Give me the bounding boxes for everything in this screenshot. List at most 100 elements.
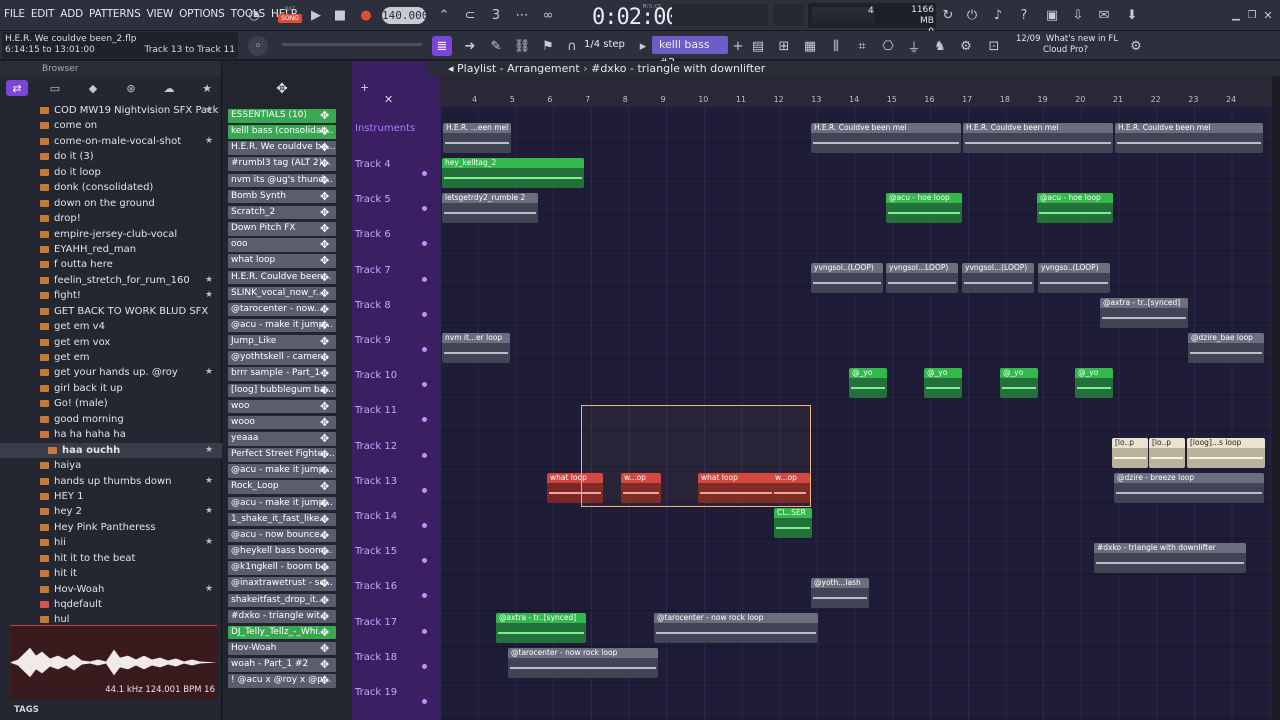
- stamp-icon[interactable]: ⚑: [538, 36, 558, 56]
- pattern-selector[interactable]: kelll bass #2: [652, 36, 728, 69]
- favorite-star-icon[interactable]: ★: [205, 273, 213, 288]
- pat-song-knob-icon[interactable]: ◔: [244, 5, 264, 25]
- browser-item[interactable]: do it (3): [0, 149, 222, 164]
- pattern-item[interactable]: ! @acu x @roy x @p... ✥: [228, 674, 336, 688]
- browser-item[interactable]: hit it: [0, 566, 222, 581]
- chat-icon[interactable]: ✉: [1094, 5, 1114, 25]
- track-mute-dot[interactable]: [422, 382, 427, 388]
- browser-item[interactable]: EYAHH_red_man: [0, 242, 222, 257]
- playlist-grid[interactable]: H.E.R. ...een mel H.E.R. Couldve been mel…: [440, 107, 1272, 720]
- pat-song-toggle[interactable]: PAT SONG: [278, 5, 302, 25]
- browser-item[interactable]: hii ★: [0, 535, 222, 550]
- countdown-icon[interactable]: 3: [486, 5, 506, 25]
- drag-handle-icon[interactable]: ✥: [320, 110, 334, 121]
- drag-handle-icon[interactable]: ✥: [320, 627, 334, 638]
- master-pitch-knob-icon[interactable]: ◦: [248, 36, 268, 56]
- pattern-item[interactable]: @heykell bass boom... ✥: [228, 545, 336, 559]
- master-volume-slot[interactable]: [774, 4, 804, 26]
- drag-handle-icon[interactable]: ✥: [320, 255, 334, 266]
- playlist-clip[interactable]: @acu - hoe loop: [1037, 193, 1113, 223]
- favorite-star-icon[interactable]: ★: [205, 103, 213, 118]
- playlist-clip[interactable]: hey_kelltag_2: [442, 158, 584, 188]
- tempo-display[interactable]: 140.000: [382, 7, 428, 24]
- time-display[interactable]: 0:02:00: [592, 5, 679, 30]
- favorite-star-icon[interactable]: ★: [205, 474, 213, 489]
- record-icon[interactable]: ●: [356, 5, 376, 25]
- playlist-clip[interactable]: #dxko - triangle with downlifter: [1094, 543, 1246, 573]
- playlist-clip[interactable]: yvngsol...(LOOP): [962, 263, 1034, 293]
- browser-item[interactable]: get em: [0, 350, 222, 365]
- track-mute-dot[interactable]: [422, 241, 427, 247]
- browser-cloud-icon[interactable]: ☁: [158, 80, 180, 96]
- drag-handle-icon[interactable]: ✥: [320, 368, 334, 379]
- playlist-arrow-icon[interactable]: ◂: [448, 62, 457, 75]
- browser-item[interactable]: hul: [0, 612, 222, 623]
- drag-handle-icon[interactable]: ✥: [320, 611, 334, 622]
- person-icon[interactable]: ♞: [930, 36, 950, 56]
- favorite-star-icon[interactable]: ★: [205, 582, 213, 597]
- playlist-clip[interactable]: @_yo: [1000, 368, 1038, 398]
- browser-item[interactable]: Hov-Woah ★: [0, 582, 222, 597]
- playlist-clip[interactable]: nvm it...er loop: [442, 333, 510, 363]
- pattern-item[interactable]: H.E.R. We couldve be... ✥: [228, 141, 336, 155]
- pattern-item[interactable]: @tarocenter - now... ✥: [228, 302, 336, 317]
- drag-handle-icon[interactable]: ✥: [320, 578, 334, 589]
- tags-bar[interactable]: TAGS: [0, 701, 222, 720]
- track-mute-dot[interactable]: [422, 417, 427, 423]
- browser-item[interactable]: hqdefault: [0, 597, 222, 612]
- track-label[interactable]: Track 7: [355, 265, 391, 276]
- track-label[interactable]: Track 8: [355, 300, 391, 311]
- drag-handle-icon[interactable]: ✥: [320, 239, 334, 250]
- pattern-item[interactable]: Rock_Loop ✥: [228, 480, 336, 494]
- playlist-clip[interactable]: @dzire_bae loop: [1188, 333, 1264, 363]
- drag-handle-icon[interactable]: ✥: [320, 498, 334, 509]
- track-label[interactable]: Track 19: [355, 687, 397, 698]
- playlist-clip[interactable]: @_yo: [1075, 368, 1113, 398]
- pattern-item[interactable]: #dxko - triangle wit... ✥: [228, 609, 336, 624]
- browser-item[interactable]: ha ha haha ha: [0, 427, 222, 442]
- playlist-clip[interactable]: H.E.R. ...een mel: [443, 123, 511, 153]
- browser-item[interactable]: come on: [0, 118, 222, 133]
- track-mute-dot[interactable]: [422, 699, 427, 704]
- drag-handle-icon[interactable]: ✥: [320, 352, 334, 363]
- pattern-item[interactable]: woah - Part_1 #2 ✥: [228, 658, 336, 672]
- browser-item[interactable]: girl back it up: [0, 381, 222, 396]
- browser-icon[interactable]: ⌗: [852, 36, 872, 56]
- save-icon[interactable]: ▣: [1042, 5, 1062, 25]
- drag-handle-icon[interactable]: ✥: [320, 272, 334, 283]
- add-track-icon[interactable]: +: [360, 81, 369, 94]
- drag-handle-icon[interactable]: ✥: [320, 562, 334, 573]
- next-icon[interactable]: ➜: [460, 36, 480, 56]
- drag-handle-icon[interactable]: ✥: [320, 546, 334, 557]
- pattern-item[interactable]: Hov-Woah ✥: [228, 641, 336, 656]
- drag-handle-icon[interactable]: ✥: [320, 659, 334, 670]
- drag-handle-icon[interactable]: ✥: [320, 288, 334, 299]
- playlist-clip[interactable]: @acu - hoe loop: [886, 193, 962, 223]
- pattern-item[interactable]: @inaxtrawetrust - sc... ✥: [228, 577, 336, 591]
- menu-view[interactable]: VIEW: [147, 8, 174, 20]
- track-mute-dot[interactable]: [422, 593, 427, 599]
- pattern-item[interactable]: what loop ✥: [228, 254, 336, 268]
- playlist-clip[interactable]: [lo..p: [1149, 438, 1185, 468]
- track-mute-dot[interactable]: [422, 206, 427, 212]
- browser-item[interactable]: fight! ★: [0, 288, 222, 303]
- track-label[interactable]: Track 5: [355, 194, 391, 205]
- menu-options[interactable]: OPTIONS: [179, 8, 225, 20]
- drag-handle-icon[interactable]: ✥: [320, 142, 334, 153]
- playlist-icon[interactable]: ▤: [748, 36, 768, 56]
- track-mute-dot[interactable]: [422, 311, 427, 317]
- browser-item[interactable]: get your hands up. @roy ★: [0, 365, 222, 380]
- track-label[interactable]: Track 16: [355, 581, 397, 592]
- favorite-star-icon[interactable]: ★: [205, 535, 213, 550]
- cart-icon[interactable]: ⊡: [984, 36, 1004, 56]
- drag-handle-icon[interactable]: ✥: [320, 207, 334, 218]
- drag-handle-icon[interactable]: ✥: [320, 175, 334, 186]
- playlist-clip[interactable]: @yoth...lash: [811, 578, 869, 608]
- playlist-clip[interactable]: yvngsol...LOOP): [886, 263, 958, 293]
- pattern-item[interactable]: shakeitfast_drop_it... ✥: [228, 593, 336, 607]
- pattern-item[interactable]: Scratch_2 ✥: [228, 205, 336, 220]
- pattern-prev-icon[interactable]: ▸: [636, 36, 650, 56]
- track-mute-dot[interactable]: [422, 523, 427, 528]
- pattern-item[interactable]: #rumbl3 tag (ALT 2)... ✥: [228, 157, 336, 171]
- inbox-icon[interactable]: ⬇: [1122, 5, 1142, 25]
